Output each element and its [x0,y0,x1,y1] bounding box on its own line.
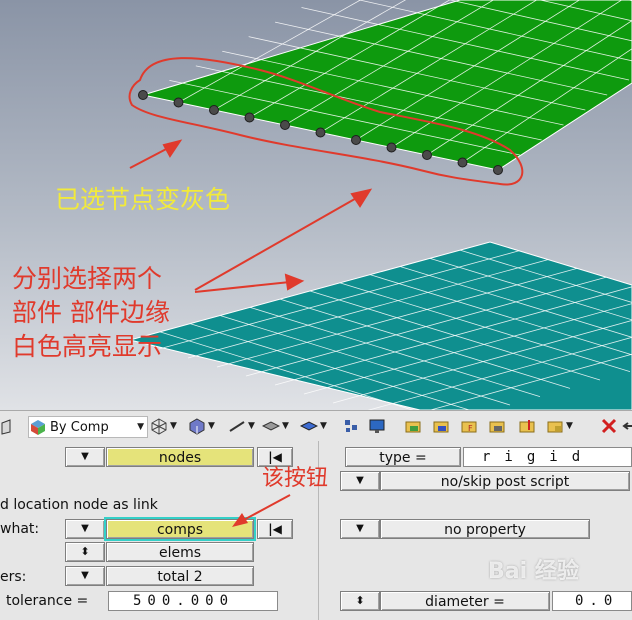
graphics-viewport[interactable]: 已选节点变灰色 分别选择两个 部件 部件边缘 白色高亮显示 [0,0,632,410]
diameter-cycle-toggle[interactable]: ⬍ [340,591,380,611]
color-mode-icon [31,420,45,435]
view-cube-icon[interactable] [0,415,18,437]
svg-text:F: F [468,424,473,433]
post-script-button[interactable]: no/skip post script [380,471,630,491]
annotation-selected-nodes: 已选节点变灰色 [55,185,231,214]
chevron-down-icon: ▼ [170,421,177,431]
annotation-line: 分别选择两个 [12,264,163,293]
what-type-toggle[interactable]: ▼ [65,519,105,539]
total-members-button[interactable]: total 2 [106,566,254,586]
selected-node[interactable] [138,90,148,100]
selected-node[interactable] [493,165,503,175]
folder-materials-icon[interactable]: F [460,415,478,437]
monitor-icon[interactable] [368,415,386,437]
elems-button[interactable]: elems [106,542,254,562]
selected-node[interactable] [351,135,361,145]
line-display-button[interactable]: ▼ [228,415,255,437]
selector-type-toggle[interactable]: ▼ [65,447,105,467]
annotation-line: 部件 部件边缘 [12,298,170,327]
annotation-arrow-to-button [232,494,291,527]
selected-node[interactable] [386,142,397,153]
selected-node[interactable] [244,112,255,123]
chevron-down-icon: ▼ [208,421,215,431]
type-value-field[interactable]: rigid [463,447,632,467]
main-toolbar: By Comp ▼ ▼ ▼ ▼ ▼ ▼ F ▼ [0,410,632,442]
selected-node[interactable] [280,120,290,130]
surface-display-button[interactable]: ▼ [262,415,289,437]
property-button[interactable]: no property [380,519,590,539]
entity-icon[interactable] [342,415,360,437]
what-label: what: [0,521,40,537]
folder-sets-icon[interactable]: ▼ [546,415,573,437]
property-toggle[interactable]: ▼ [340,519,380,539]
folder-components-icon[interactable] [404,415,422,437]
chevron-down-icon: ▼ [137,422,144,432]
tolerance-input[interactable]: 500.000 [108,591,278,611]
annotation-line: 白色高亮显示 [12,332,163,361]
selected-node[interactable] [457,157,468,168]
annotation-select-two-components: 分别选择两个 部件 部件边缘 白色高亮显示 [12,262,170,364]
members-label: ers: [0,569,27,585]
shaded-mode-button[interactable]: ▼ [188,415,215,437]
wireframe-mode-button[interactable]: ▼ [150,415,177,437]
post-script-toggle[interactable]: ▼ [340,471,380,491]
selected-node[interactable] [173,97,184,108]
chevron-down-icon: ▼ [566,421,573,431]
selected-node[interactable] [209,105,219,115]
nodes-selector-button[interactable]: nodes [106,447,254,467]
chevron-down-icon: ▼ [282,421,289,431]
folder-properties-icon[interactable] [432,415,450,437]
color-mode-label: By Comp [50,419,109,435]
folder-loadcols-icon[interactable] [518,415,536,437]
independent-node-option-label: d location node as link [0,497,158,513]
tolerance-label: tolerance = [6,593,89,609]
elems-cycle-toggle[interactable]: ⬍ [65,542,105,562]
watermark: Bai 经验 [488,559,579,584]
members-toggle[interactable]: ▼ [65,566,105,586]
delete-icon[interactable] [600,415,618,437]
selected-node[interactable] [315,127,326,138]
chevron-down-icon: ▼ [320,421,327,431]
color-mode-select[interactable]: By Comp ▼ [28,416,148,438]
folder-groups-icon[interactable] [488,415,506,437]
undo-icon[interactable] [622,415,632,437]
element-display-button[interactable]: ▼ [300,415,327,437]
type-label-button[interactable]: type = [345,447,461,467]
annotation-this-button: 该按钮 [262,466,329,491]
diameter-label-button[interactable]: diameter = [380,591,550,611]
selected-node[interactable] [422,150,432,160]
chevron-down-icon: ▼ [248,421,255,431]
diameter-input[interactable]: 0.0 [552,591,632,611]
